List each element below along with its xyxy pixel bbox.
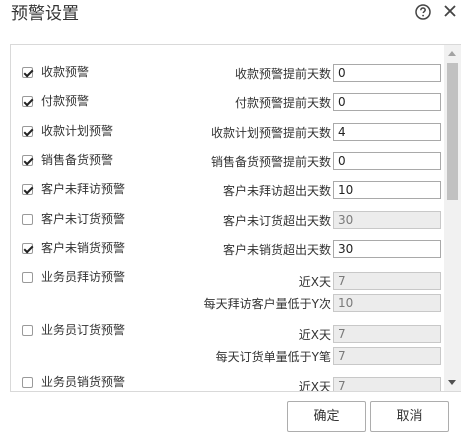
number-input[interactable] bbox=[333, 122, 441, 141]
checkbox-label: 客户未销货预警 bbox=[41, 240, 126, 255]
help-icon[interactable] bbox=[415, 4, 431, 20]
number-input[interactable] bbox=[333, 181, 441, 200]
checkbox[interactable] bbox=[22, 67, 33, 78]
number-input bbox=[333, 294, 441, 312]
vertical-scrollbar[interactable] bbox=[444, 45, 461, 391]
number-input[interactable] bbox=[333, 239, 441, 258]
number-input bbox=[333, 377, 441, 391]
field-label: 客户未拜访超出天数 bbox=[222, 184, 331, 199]
field-label: 收款计划预警提前天数 bbox=[210, 125, 331, 140]
number-input[interactable] bbox=[333, 151, 441, 170]
dialog-title: 预警设置 bbox=[11, 4, 79, 24]
scroll-up-arrow-icon[interactable] bbox=[448, 51, 456, 56]
field-label: 付款预警提前天数 bbox=[234, 96, 331, 111]
checkbox[interactable] bbox=[22, 154, 33, 166]
checkbox-label: 客户未拜访预警 bbox=[41, 182, 126, 197]
cancel-button[interactable]: 取消 bbox=[370, 401, 449, 432]
checkbox-label: 业务员销货预警 bbox=[41, 375, 126, 389]
number-input[interactable] bbox=[333, 93, 441, 112]
checkbox[interactable] bbox=[22, 96, 33, 108]
field-label: 近X天 bbox=[298, 380, 331, 392]
field-label: 每天订货单量低于Y笔 bbox=[215, 350, 331, 364]
field-label: 收款预警提前天数 bbox=[234, 67, 331, 81]
scroll-down-arrow-icon[interactable] bbox=[448, 380, 456, 385]
checkbox[interactable] bbox=[22, 242, 33, 254]
checkbox[interactable] bbox=[22, 213, 33, 225]
checkbox[interactable] bbox=[22, 272, 33, 283]
checkbox-label: 收款计划预警 bbox=[41, 123, 114, 138]
number-input bbox=[333, 210, 441, 229]
checkbox[interactable] bbox=[22, 125, 33, 137]
checkbox-label: 收款预警 bbox=[41, 65, 90, 79]
field-label: 客户未订货超出天数 bbox=[222, 213, 331, 228]
checkbox-label: 客户未订货预警 bbox=[41, 211, 126, 226]
field-label: 销售备货预警提前天数 bbox=[210, 154, 331, 169]
field-label: 近X天 bbox=[298, 275, 331, 289]
field-label: 每天拜访客户量低于Y次 bbox=[203, 297, 331, 311]
confirm-button[interactable]: 确定 bbox=[287, 401, 366, 432]
number-input bbox=[333, 347, 441, 365]
checkbox[interactable] bbox=[22, 184, 33, 196]
scroll-thumb[interactable] bbox=[447, 63, 458, 200]
checkbox-label: 业务员拜访预警 bbox=[41, 270, 126, 284]
dialog-titlebar: 预警设置 bbox=[0, 0, 461, 30]
checkbox[interactable] bbox=[22, 377, 33, 388]
checkbox[interactable] bbox=[22, 325, 33, 336]
checkbox-label: 业务员订货预警 bbox=[41, 323, 126, 337]
checkbox-label: 销售备货预警 bbox=[41, 152, 114, 167]
settings-panel: 收款预警 收款预警提前天数付款预警 付款预警提前天数收款计划预警 收款计划预警提前天数… bbox=[10, 44, 461, 392]
close-icon[interactable] bbox=[443, 4, 457, 18]
number-input bbox=[333, 325, 441, 343]
checkbox-label: 付款预警 bbox=[41, 94, 90, 109]
number-input[interactable] bbox=[333, 64, 441, 82]
number-input bbox=[333, 272, 441, 290]
field-label: 客户未销货超出天数 bbox=[222, 242, 331, 257]
field-label: 近X天 bbox=[298, 328, 331, 342]
